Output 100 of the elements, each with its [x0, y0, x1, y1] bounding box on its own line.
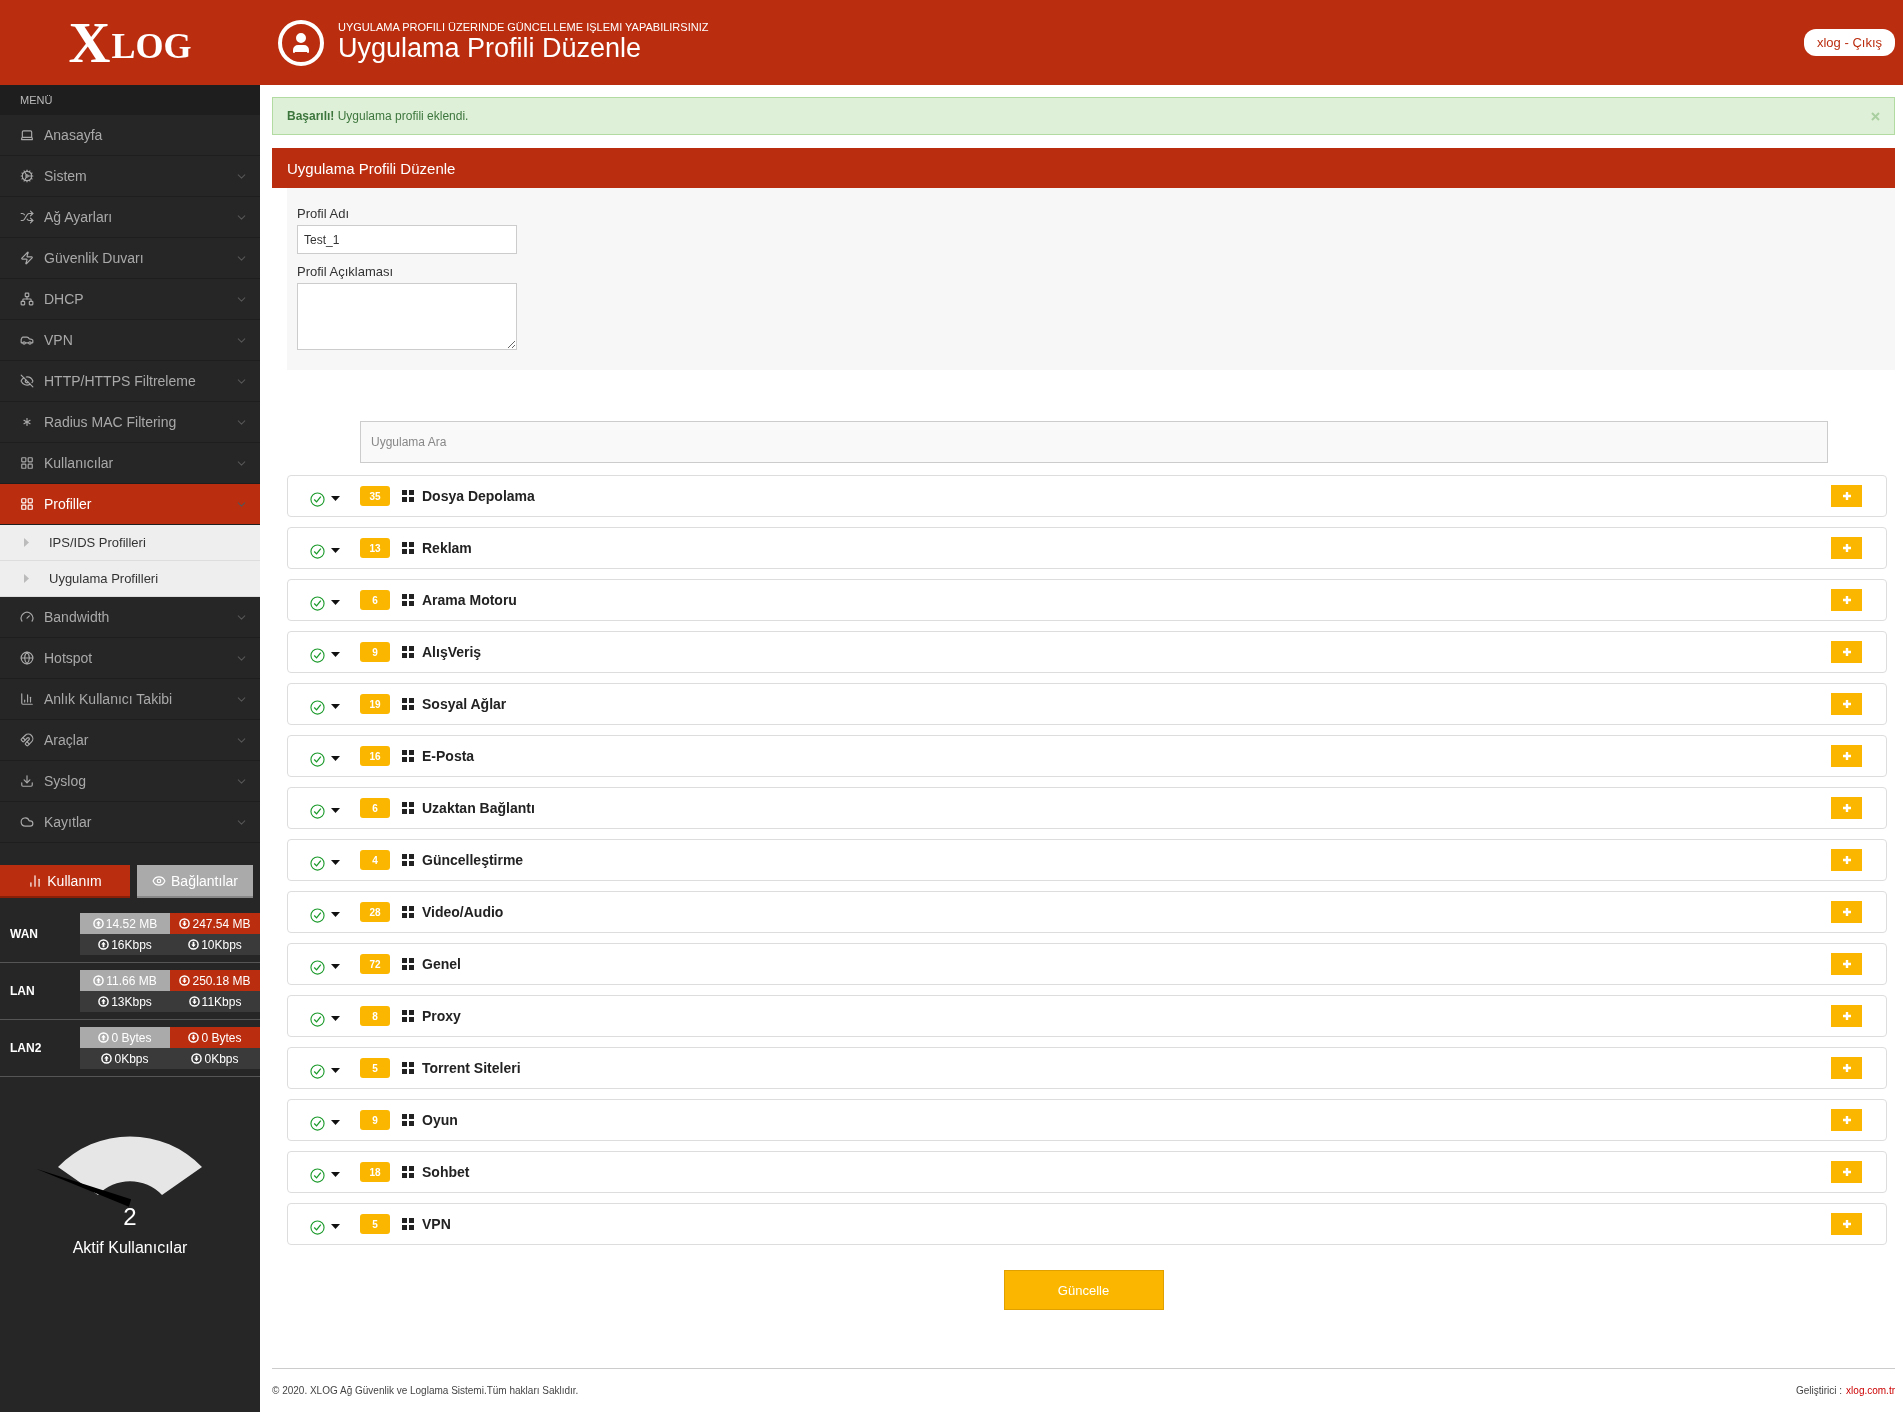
- caret-icon: [24, 574, 29, 583]
- add-button[interactable]: [1831, 641, 1862, 663]
- textarea-field[interactable]: [297, 283, 517, 350]
- add-button[interactable]: [1831, 901, 1862, 923]
- check-circle-icon[interactable]: [310, 699, 325, 715]
- field-label: Profil Adı: [297, 206, 351, 221]
- plus-icon: [1841, 595, 1852, 605]
- category-name: Dosya Depolama: [422, 488, 536, 504]
- caret-icon[interactable]: [331, 495, 340, 501]
- count-badge: 72: [360, 954, 390, 974]
- count-badge: 16: [360, 746, 390, 766]
- check-circle-icon[interactable]: [310, 1063, 325, 1079]
- check-circle-icon[interactable]: [310, 803, 325, 819]
- plus-icon: [1841, 1063, 1852, 1073]
- check-circle-icon[interactable]: [310, 959, 325, 975]
- logo: XLOG: [0, 0, 260, 85]
- grid-icon: [402, 1062, 414, 1074]
- download-icon: [188, 1032, 200, 1043]
- download-total: 0 Bytes: [170, 1027, 260, 1048]
- add-button[interactable]: [1831, 1213, 1862, 1235]
- caret-icon[interactable]: [331, 859, 340, 865]
- grid-icon: [402, 698, 414, 710]
- check-circle-icon[interactable]: [310, 1115, 325, 1131]
- add-button[interactable]: [1831, 1057, 1862, 1079]
- grid-icon: [402, 802, 414, 814]
- caret-icon[interactable]: [331, 1171, 340, 1177]
- download-rate: 0Kbps: [170, 1048, 260, 1069]
- upload-icon: [101, 1053, 113, 1064]
- logout-button[interactable]: xlog - Çıkış: [1804, 29, 1895, 56]
- stat-tab[interactable]: Kullanım: [0, 865, 130, 896]
- check-circle-icon[interactable]: [310, 1219, 325, 1235]
- download-icon: [179, 918, 191, 929]
- download-icon: [191, 1053, 203, 1064]
- check-circle-icon[interactable]: [310, 751, 325, 767]
- download-icon: [188, 939, 200, 950]
- grid-icon: [402, 490, 414, 502]
- menu-heading: MENÜ: [0, 85, 260, 115]
- count-badge: 18: [360, 1162, 390, 1182]
- submenu-item[interactable]: IPS/IDS Profilleri: [0, 525, 260, 561]
- grid-icon: [402, 594, 414, 606]
- upload-icon: [98, 996, 110, 1007]
- check-circle-icon[interactable]: [310, 491, 325, 507]
- count-badge: 5: [360, 1058, 390, 1078]
- caret-icon[interactable]: [331, 1067, 340, 1073]
- caret-icon[interactable]: [331, 911, 340, 917]
- add-button[interactable]: [1831, 537, 1862, 559]
- check-circle-icon[interactable]: [310, 595, 325, 611]
- sitemap-icon: [20, 292, 34, 306]
- count-badge: 28: [360, 902, 390, 922]
- lightning-icon: [20, 251, 34, 265]
- developer-label: Geliştirici :: [1795, 1385, 1843, 1396]
- add-button[interactable]: [1831, 485, 1862, 507]
- add-button[interactable]: [1831, 745, 1862, 767]
- check-circle-icon[interactable]: [310, 1167, 325, 1183]
- check-circle-icon[interactable]: [310, 647, 325, 663]
- magnet-icon: [20, 733, 34, 747]
- input-field[interactable]: Test_1: [297, 225, 517, 254]
- developer-link[interactable]: xlog.com.tr: [1846, 1385, 1895, 1396]
- search-field[interactable]: Uygulama Ara: [360, 421, 1828, 463]
- check-circle-icon[interactable]: [310, 1011, 325, 1027]
- bar-chart-icon: [28, 873, 43, 888]
- submenu-item[interactable]: Uygulama Profilleri: [0, 561, 260, 597]
- add-button[interactable]: [1831, 797, 1862, 819]
- caret-icon[interactable]: [331, 1223, 340, 1229]
- plus-icon: [1841, 699, 1852, 709]
- plus-icon: [1841, 543, 1852, 553]
- download-rate: 10Kbps: [170, 934, 260, 955]
- caret-icon[interactable]: [331, 963, 340, 969]
- category-name: Sosyal Ağlar: [422, 696, 508, 712]
- upload-icon: [98, 939, 110, 950]
- add-button[interactable]: [1831, 1161, 1862, 1183]
- check-circle-icon[interactable]: [310, 543, 325, 559]
- add-button[interactable]: [1831, 849, 1862, 871]
- caret-icon[interactable]: [331, 1119, 340, 1125]
- add-button[interactable]: [1831, 693, 1862, 715]
- add-button[interactable]: [1831, 953, 1862, 975]
- check-circle-icon[interactable]: [310, 855, 325, 871]
- grid-icon: [402, 1010, 414, 1022]
- plus-icon: [1841, 1115, 1852, 1125]
- category-name: Arama Motoru: [422, 592, 518, 608]
- caret-icon[interactable]: [331, 703, 340, 709]
- upload-icon: [92, 918, 104, 929]
- add-button[interactable]: [1831, 1005, 1862, 1027]
- sidebar-item[interactable]: Profiller: [0, 484, 260, 525]
- check-circle-icon[interactable]: [310, 907, 325, 923]
- caret-icon[interactable]: [331, 547, 340, 553]
- grid-icon: [402, 1218, 414, 1230]
- add-button[interactable]: [1831, 589, 1862, 611]
- add-button[interactable]: [1831, 1109, 1862, 1131]
- count-badge: 9: [360, 642, 390, 662]
- caret-icon[interactable]: [331, 1015, 340, 1021]
- interface-name: LAN2: [9, 1041, 43, 1055]
- plus-icon: [1841, 1011, 1852, 1021]
- caret-icon[interactable]: [331, 599, 340, 605]
- gauge-icon: [20, 610, 34, 624]
- caret-icon[interactable]: [331, 807, 340, 813]
- eye-slash-icon: [20, 374, 34, 388]
- grid-icon: [402, 906, 414, 918]
- caret-icon[interactable]: [331, 651, 340, 657]
- caret-icon[interactable]: [331, 755, 340, 761]
